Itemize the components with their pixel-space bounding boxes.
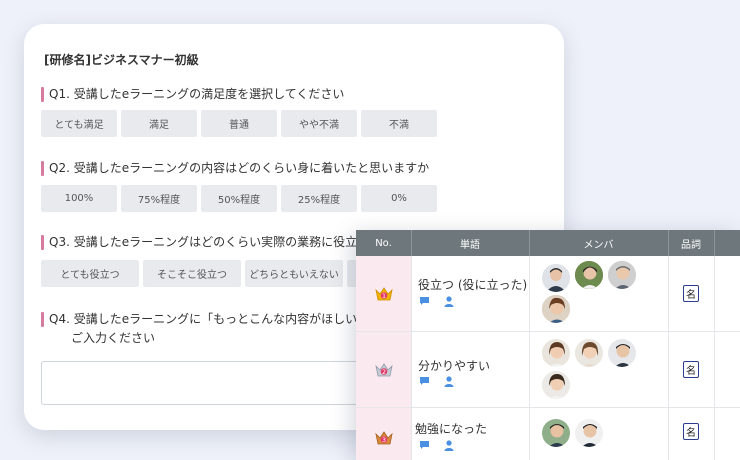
member-avatar[interactable] (541, 418, 571, 448)
keyword-text[interactable]: 役立つ (役に立った) (418, 276, 527, 293)
q2-options: 100% 75%程度 50%程度 25%程度 0% (41, 185, 437, 212)
pos-tag: 名 (683, 361, 699, 378)
member-avatar[interactable] (541, 263, 571, 293)
q1-option-2[interactable]: 満足 (121, 110, 197, 137)
question-1: Q1. 受講したeラーニングの満足度を選択してください (41, 85, 344, 104)
keyword-text[interactable]: 勉強になった (415, 420, 487, 437)
row-icons (419, 296, 454, 307)
q2-option-5[interactable]: 0% (361, 185, 437, 212)
question-accent-bar (41, 235, 44, 250)
question-2-text: Q2. 受講したeラーニングの内容はどのくらい身に着いたと思いますか (49, 161, 430, 175)
keyword-text[interactable]: 分かりやすい (418, 357, 490, 374)
header-extra (714, 230, 740, 256)
member-avatar[interactable] (574, 338, 604, 368)
q1-option-5[interactable]: 不満 (361, 110, 437, 137)
crown-icon: 3 (374, 431, 393, 445)
person-icon[interactable] (444, 376, 454, 387)
q3-option-3[interactable]: どちらともいえない (245, 260, 343, 287)
member-avatar[interactable] (607, 338, 637, 368)
keyword-results-panel: No. 単語 メンバ 品詞 1 役立つ (役に立った) 名 2 分かりやすい 名… (356, 230, 740, 460)
rank-cell: 3 (356, 408, 411, 460)
comment-icon[interactable] (419, 376, 430, 386)
question-accent-bar (41, 312, 44, 327)
person-icon[interactable] (444, 296, 454, 307)
row-icons (419, 376, 454, 387)
q1-options: とても満足 満足 普通 やや不満 不満 (41, 110, 437, 137)
comment-icon[interactable] (419, 296, 430, 306)
rank-cell: 1 (356, 256, 411, 331)
member-avatar[interactable] (541, 294, 571, 324)
member-avatar[interactable] (541, 370, 571, 400)
member-avatar[interactable] (607, 260, 637, 290)
q1-option-1[interactable]: とても満足 (41, 110, 117, 137)
crown-icon: 1 (374, 286, 393, 300)
q2-option-4[interactable]: 25%程度 (281, 185, 357, 212)
member-avatar[interactable] (541, 338, 571, 368)
q3-option-1[interactable]: とても役立つ (41, 260, 139, 287)
header-members: メンバ (529, 230, 669, 256)
header-word: 単語 (411, 230, 530, 256)
question-3-text: Q3. 受講したeラーニングはどのくらい実際の業務に役立ち (49, 235, 370, 249)
q1-option-3[interactable]: 普通 (201, 110, 277, 137)
rank-cell: 2 (356, 332, 411, 407)
rank-number: 2 (382, 368, 386, 375)
result-row[interactable]: 3 勉強になった 名 (356, 408, 740, 460)
q2-option-2[interactable]: 75%程度 (121, 185, 197, 212)
person-icon[interactable] (444, 440, 454, 451)
question-4-text: Q4. 受講したeラーニングに「もっとこんな内容がほしい (49, 312, 358, 326)
member-avatar[interactable] (574, 418, 604, 448)
question-accent-bar (41, 161, 44, 176)
rank-number: 3 (382, 437, 386, 444)
results-header: No. 単語 メンバ 品詞 (356, 230, 740, 256)
question-3: Q3. 受講したeラーニングはどのくらい実際の業務に役立ち (41, 233, 369, 252)
q1-option-4[interactable]: やや不満 (281, 110, 357, 137)
q3-option-2[interactable]: そこそこ役立つ (143, 260, 241, 287)
member-avatar[interactable] (574, 260, 604, 290)
result-row[interactable]: 2 分かりやすい 名 (356, 332, 740, 408)
question-2: Q2. 受講したeラーニングの内容はどのくらい身に着いたと思いますか (41, 159, 429, 178)
comment-icon[interactable] (419, 440, 430, 450)
pos-tag: 名 (683, 423, 699, 440)
question-4-subtext: ご入力ください (71, 331, 156, 345)
question-4: Q4. 受講したeラーニングに「もっとこんな内容がほしい ご入力ください (41, 310, 357, 348)
q2-option-3[interactable]: 50%程度 (201, 185, 277, 212)
rank-number: 1 (382, 292, 386, 299)
question-1-text: Q1. 受講したeラーニングの満足度を選択してください (49, 87, 345, 101)
result-row[interactable]: 1 役立つ (役に立った) 名 (356, 256, 740, 332)
row-icons (419, 440, 454, 451)
q2-option-1[interactable]: 100% (41, 185, 117, 212)
header-pos: 品詞 (668, 230, 715, 256)
survey-title: [研修名]ビジネスマナー初級 (44, 53, 199, 67)
header-no: No. (356, 230, 412, 256)
question-accent-bar (41, 87, 44, 102)
pos-tag: 名 (683, 285, 699, 302)
crown-icon: 2 (374, 362, 393, 376)
